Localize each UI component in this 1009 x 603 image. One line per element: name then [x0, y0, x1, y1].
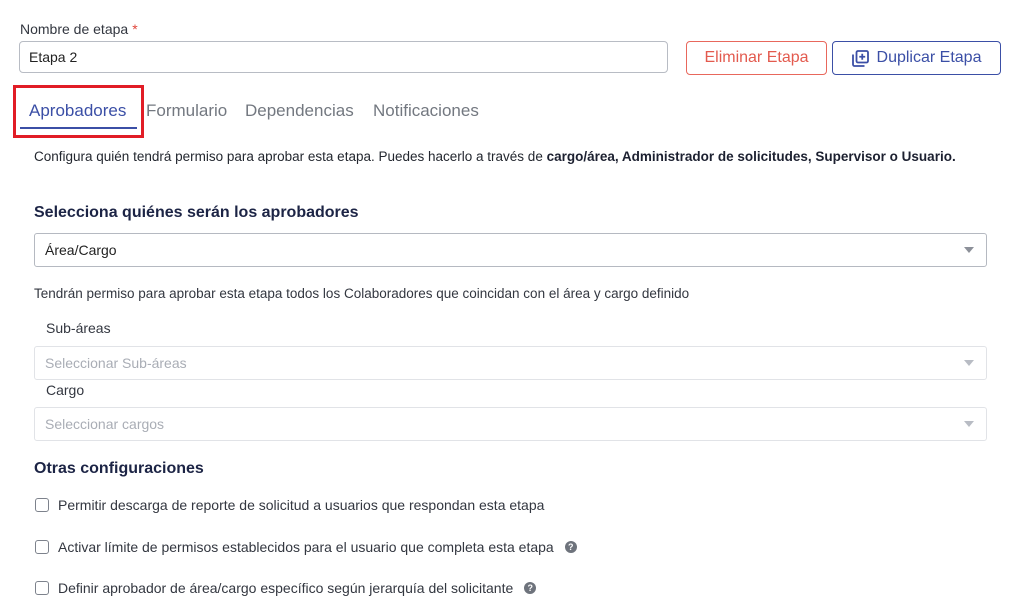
tab-dependencias[interactable]: Dependencias — [245, 96, 354, 126]
option-hierarchy-approver: Definir aprobador de área/cargo específi… — [35, 580, 537, 596]
stage-name-input[interactable] — [19, 41, 668, 73]
permission-limit-label: Activar límite de permisos establecidos … — [58, 539, 554, 555]
approvers-info-text: Tendrán permiso para aprobar esta etapa … — [34, 286, 690, 301]
question-circle-icon[interactable]: ? — [524, 582, 537, 594]
cargo-select[interactable]: Seleccionar cargos — [34, 407, 987, 441]
duplicate-icon — [851, 49, 869, 67]
other-config-heading: Otras configuraciones — [34, 460, 204, 477]
description-bold: cargo/área, Administrador de solicitudes… — [546, 149, 956, 164]
report-download-checkbox[interactable] — [35, 498, 49, 512]
approver-type-value: Área/Cargo — [45, 242, 117, 258]
chevron-down-icon — [964, 247, 974, 253]
description-text: Configura quién tendrá permiso para apro… — [34, 149, 547, 164]
chevron-down-icon — [964, 360, 974, 366]
required-mark: * — [132, 21, 138, 37]
subareas-placeholder: Seleccionar Sub-áreas — [45, 355, 187, 371]
duplicate-stage-label: Duplicar Etapa — [876, 49, 982, 66]
stage-name-label: Nombre de etapa * — [20, 21, 138, 37]
approvers-description: Configura quién tendrá permiso para apro… — [34, 147, 989, 167]
tab-formulario[interactable]: Formulario — [146, 96, 227, 126]
subareas-label: Sub-áreas — [46, 320, 111, 336]
tab-notificaciones[interactable]: Notificaciones — [373, 96, 479, 126]
cargo-placeholder: Seleccionar cargos — [45, 416, 165, 432]
approvers-heading: Selecciona quiénes serán los aprobadores — [34, 204, 359, 221]
duplicate-stage-button[interactable]: Duplicar Etapa — [832, 41, 1001, 75]
question-circle-icon[interactable]: ? — [564, 541, 577, 553]
chevron-down-icon — [964, 421, 974, 427]
subareas-select[interactable]: Seleccionar Sub-áreas — [34, 346, 987, 380]
option-report-download: Permitir descarga de reporte de solicitu… — [35, 497, 544, 513]
approver-type-select[interactable]: Área/Cargo — [34, 233, 987, 267]
delete-stage-label: Eliminar Etapa — [704, 49, 809, 66]
hierarchy-approver-label: Definir aprobador de área/cargo específi… — [58, 580, 514, 596]
report-download-label: Permitir descarga de reporte de solicitu… — [58, 497, 545, 513]
option-permission-limit: Activar límite de permisos establecidos … — [35, 539, 577, 555]
permission-limit-checkbox[interactable] — [35, 540, 49, 554]
stage-name-label-text: Nombre de etapa — [20, 21, 129, 37]
cargo-label: Cargo — [46, 382, 85, 398]
tab-aprobadores[interactable]: Aprobadores — [29, 96, 126, 126]
active-tab-underline — [20, 127, 137, 129]
hierarchy-approver-checkbox[interactable] — [35, 581, 49, 595]
delete-stage-button[interactable]: Eliminar Etapa — [686, 41, 827, 75]
